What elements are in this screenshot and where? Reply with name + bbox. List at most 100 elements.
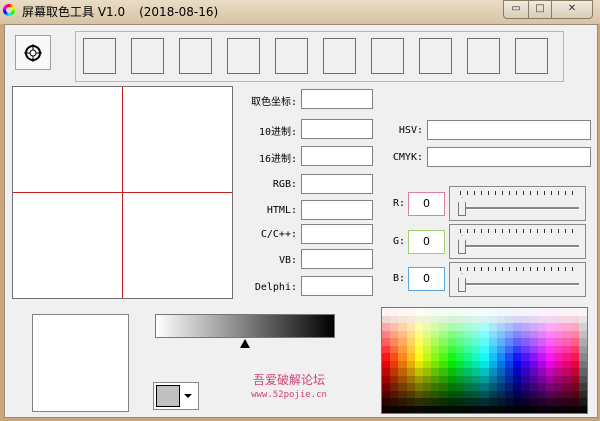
palette-cell[interactable] [431,338,440,346]
history-swatch[interactable] [419,38,452,74]
palette-cell[interactable] [463,368,473,376]
palette-cell[interactable] [406,315,415,323]
palette-cell[interactable] [545,383,555,391]
history-swatch[interactable] [323,38,356,74]
palette-cell[interactable] [496,330,505,338]
palette-cell[interactable] [463,398,473,406]
palette-cell[interactable] [390,383,399,391]
palette-cell[interactable] [529,398,538,406]
palette-cell[interactable] [554,368,563,376]
palette-cell[interactable] [570,308,579,316]
palette-cell[interactable] [431,398,440,406]
palette-cell[interactable] [398,353,407,361]
palette-cell[interactable] [562,383,571,391]
palette-cell[interactable] [578,375,587,383]
maximize-button[interactable]: □ [528,0,552,19]
palette-cell[interactable] [562,375,571,383]
palette-cell[interactable] [554,330,563,338]
palette-cell[interactable] [545,375,555,383]
palette-cell[interactable] [422,360,432,368]
palette-cell[interactable] [390,390,399,398]
palette-cell[interactable] [455,330,464,338]
palette-cell[interactable] [472,330,481,338]
palette-cell[interactable] [414,390,423,398]
palette-cell[interactable] [422,405,432,413]
palette-cell[interactable] [513,375,522,383]
palette-cell[interactable] [537,375,546,383]
palette-cell[interactable] [488,360,497,368]
palette-cell[interactable] [570,315,579,323]
palette-cell[interactable] [488,375,497,383]
r-value[interactable]: 0 [408,192,445,216]
palette-cell[interactable] [431,315,440,323]
palette-cell[interactable] [439,398,448,406]
palette-cell[interactable] [521,345,530,353]
palette-cell[interactable] [455,315,464,323]
palette-cell[interactable] [562,360,571,368]
palette-cell[interactable] [578,398,587,406]
palette-cell[interactable] [504,375,514,383]
palette-cell[interactable] [406,338,415,346]
palette-cell[interactable] [439,368,448,376]
palette-cell[interactable] [570,345,579,353]
palette-cell[interactable] [414,308,423,316]
palette-cell[interactable] [521,383,530,391]
palette-cell[interactable] [439,375,448,383]
palette-cell[interactable] [463,308,473,316]
palette-cell[interactable] [480,360,489,368]
gray-gradient-bar[interactable] [155,314,335,338]
palette-cell[interactable] [398,375,407,383]
palette-cell[interactable] [414,398,423,406]
palette-cell[interactable] [463,383,473,391]
palette-cell[interactable] [496,398,505,406]
palette-cell[interactable] [529,383,538,391]
palette-cell[interactable] [431,390,440,398]
palette-cell[interactable] [513,315,522,323]
palette-cell[interactable] [447,398,456,406]
palette-cell[interactable] [578,308,587,316]
palette-cell[interactable] [554,353,563,361]
palette-cell[interactable] [578,345,587,353]
palette-cell[interactable] [455,390,464,398]
palette-cell[interactable] [537,368,546,376]
palette-cell[interactable] [439,345,448,353]
palette-cell[interactable] [390,345,399,353]
palette-cell[interactable] [513,398,522,406]
palette-cell[interactable] [496,383,505,391]
palette-cell[interactable] [422,368,432,376]
palette-cell[interactable] [488,368,497,376]
palette-cell[interactable] [562,345,571,353]
palette-cell[interactable] [382,323,391,331]
g-slider[interactable] [449,224,586,259]
palette-cell[interactable] [513,353,522,361]
palette-cell[interactable] [480,323,489,331]
palette-cell[interactable] [406,375,415,383]
palette-cell[interactable] [398,338,407,346]
history-swatch[interactable] [131,38,164,74]
palette-cell[interactable] [398,398,407,406]
palette-cell[interactable] [578,315,587,323]
palette-cell[interactable] [513,368,522,376]
palette-cell[interactable] [504,390,514,398]
palette-cell[interactable] [554,405,563,413]
palette-cell[interactable] [578,405,587,413]
palette-cell[interactable] [480,338,489,346]
palette-cell[interactable] [455,368,464,376]
palette-cell[interactable] [578,360,587,368]
palette-cell[interactable] [545,323,555,331]
palette-cell[interactable] [570,368,579,376]
palette-cell[interactable] [513,308,522,316]
palette-cell[interactable] [545,315,555,323]
palette-cell[interactable] [463,405,473,413]
palette-cell[interactable] [570,360,579,368]
palette-cell[interactable] [488,338,497,346]
palette-cell[interactable] [422,345,432,353]
palette-cell[interactable] [521,338,530,346]
palette-cell[interactable] [382,308,391,316]
palette-cell[interactable] [439,390,448,398]
palette-cell[interactable] [382,398,391,406]
palette-cell[interactable] [431,383,440,391]
palette-cell[interactable] [431,353,440,361]
palette-cell[interactable] [439,338,448,346]
palette-cell[interactable] [472,375,481,383]
